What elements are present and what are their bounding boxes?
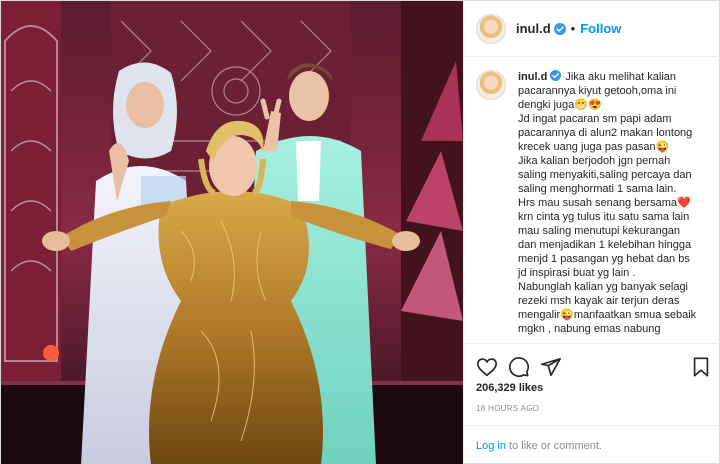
caption-line: rezeki msh kayak air terjun deras — [518, 295, 680, 307]
likes-count[interactable]: 206,329 likes — [476, 382, 543, 394]
post-timestamp[interactable]: 18 HOURS AGO — [476, 404, 539, 413]
caption-line: mau saling menutupi kekurangan — [518, 225, 681, 237]
caption-line: inul.d Jika aku melihat kalian — [518, 70, 696, 84]
caption-line: dengki juga😁😍 — [518, 99, 602, 111]
caption-text: inul.d Jika aku melihat kalian pacarannya… — [518, 70, 696, 336]
follow-button[interactable]: Follow — [580, 21, 621, 36]
caption-row: inul.d Jika aku melihat kalian pacarannya… — [476, 70, 710, 336]
caption-line: jd inspirasi buat yg lain . — [518, 267, 636, 279]
login-link[interactable]: Log in — [476, 440, 506, 452]
caption-line: menjd 1 pasangan yg hebat dan bs — [518, 253, 690, 265]
login-prompt-text: to like or comment. — [505, 439, 602, 452]
caption-line: Jika kalian berjodoh jgn pernah — [518, 155, 671, 167]
caption-line: mgkn , nabung emas nabung — [518, 323, 661, 335]
avatar[interactable] — [476, 13, 506, 44]
caption-line: Nabunglah kalian yg banyak selagi — [518, 281, 689, 293]
paper-plane-icon[interactable] — [540, 356, 562, 378]
post-photo-illustration — [1, 1, 463, 464]
instagram-post: inul.d • Follow inul.d Jika aku melihat k… — [0, 0, 720, 464]
caption-line: krn cinta yg tulus itu satu sama lain — [518, 211, 690, 223]
caption-avatar[interactable] — [476, 70, 506, 100]
verified-badge-icon — [553, 22, 566, 35]
post-sidebar: inul.d • Follow inul.d Jika aku melihat k… — [463, 1, 720, 464]
caption-line: saling menyakiti,saling percaya dan — [518, 169, 692, 181]
caption-line-text: Jika aku melihat kalian — [565, 71, 676, 83]
caption-area: inul.d Jika aku melihat kalian pacarannya… — [464, 58, 720, 343]
caption-line: dan menjadikan 1 kelebihan hingga — [518, 239, 692, 251]
post-photo[interactable] — [1, 1, 463, 464]
heart-icon[interactable] — [476, 356, 498, 378]
post-header: inul.d • Follow — [464, 1, 720, 57]
caption-line: mengalir😜manfaatkan smua sebaik — [518, 309, 697, 321]
username[interactable]: inul.d — [516, 21, 551, 36]
caption-line: Jd ingat pacaran sm papi adam — [518, 113, 672, 125]
comment-icon[interactable] — [508, 356, 530, 378]
caption-line: Hrs mau susah senang bersama❤️ — [518, 197, 691, 209]
caption-username[interactable]: inul.d — [518, 71, 547, 83]
separator-dot: • — [570, 21, 576, 36]
caption-line: pacarannya kiyut getooh,oma ini — [518, 85, 677, 97]
verified-badge-icon — [550, 70, 562, 81]
caption-line: pacarannya di alun2 makan lontong — [518, 127, 693, 139]
caption-line: saling menghormati 1 sama lain. — [518, 183, 677, 195]
bookmark-icon[interactable] — [690, 356, 712, 378]
caption-line: krecek uang juga pas pasan😜 — [518, 141, 670, 153]
login-bar: Log in to like or comment. — [464, 425, 720, 464]
